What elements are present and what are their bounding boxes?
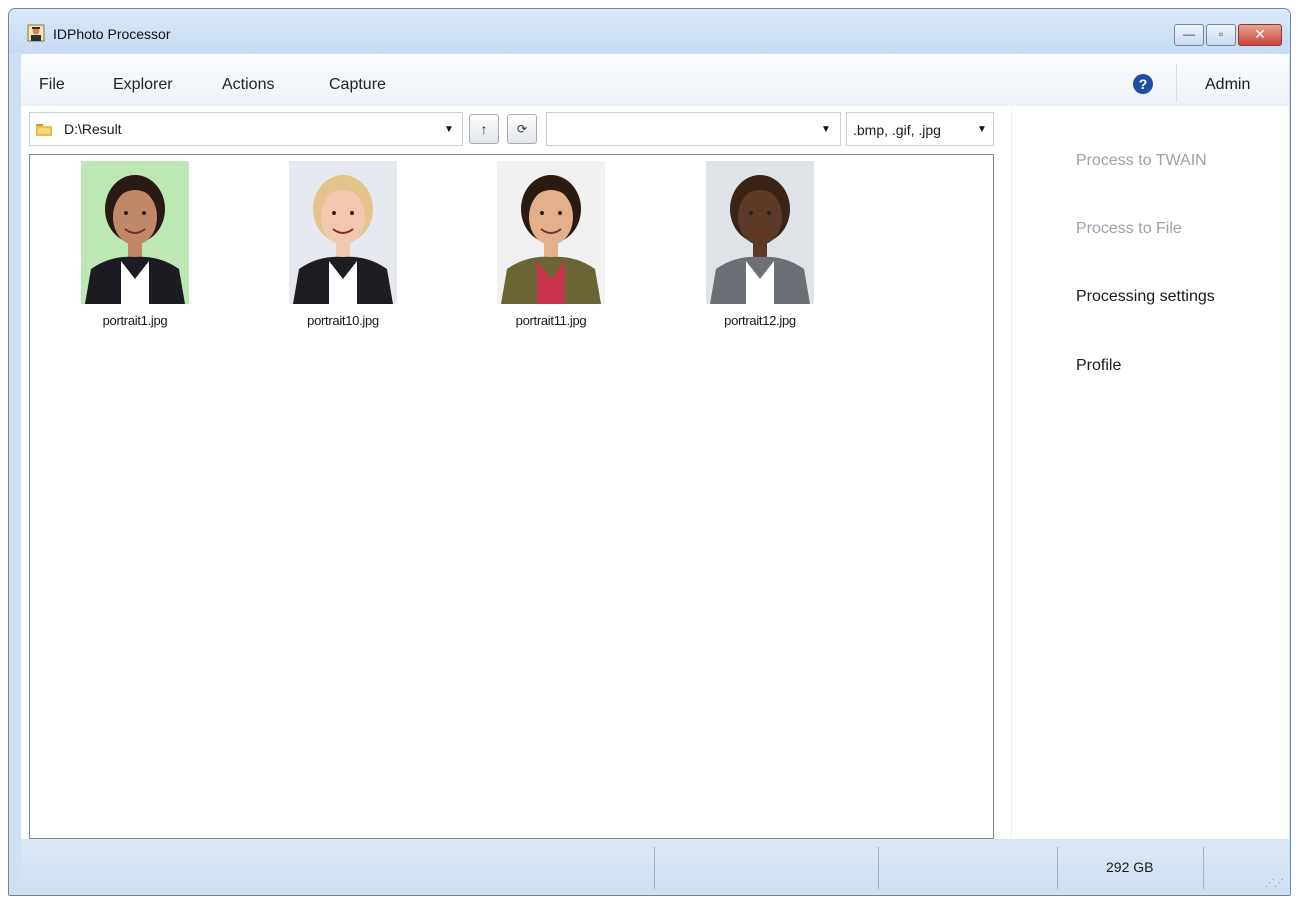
folder-icon [36,124,52,136]
window-title: IDPhoto Processor [53,26,171,42]
title-bar[interactable]: IDPhoto Processor — ▫ ✕ [9,9,1290,53]
path-combobox[interactable]: D:\Result ▼ [29,112,463,146]
resize-grip-icon[interactable]: ⋰⋰ [1265,878,1284,889]
minimize-button[interactable]: — [1174,24,1204,46]
chevron-down-icon[interactable]: ▼ [977,124,987,135]
file-filter-combobox[interactable]: .bmp, .gif, .jpg ▼ [846,112,994,146]
file-filter-value: .bmp, .gif, .jpg [853,122,941,138]
file-thumbnail-list[interactable]: portrait1.jpg portrait10.jpg portrait11.jp… [29,154,994,839]
status-divider [1203,847,1204,889]
chevron-down-icon[interactable]: ▼ [444,124,454,135]
processing-settings-link[interactable]: Processing settings [1076,288,1215,306]
main-area: D:\Result ▼ ↑ ⟳ ▼ .bmp, .gif, .jpg ▼ por… [21,106,1289,839]
portrait-image [497,161,605,304]
admin-menu[interactable]: Admin [1205,76,1250,94]
refresh-button[interactable]: ⟳ [507,114,537,144]
status-divider [878,847,879,889]
file-thumbnail[interactable]: portrait1.jpg [80,161,190,328]
passport-photo-icon [27,24,45,42]
maximize-button[interactable]: ▫ [1206,24,1236,46]
menu-bar: File Explorer Actions Capture ? Admin [21,54,1289,106]
menu-file[interactable]: File [39,76,65,94]
chevron-down-icon[interactable]: ▼ [821,124,831,135]
window-controls: — ▫ ✕ [1172,24,1282,46]
file-thumbnail[interactable]: portrait11.jpg [496,161,606,328]
maximize-icon: ▫ [1218,27,1224,41]
menu-divider [1176,64,1177,102]
up-folder-button[interactable]: ↑ [469,114,499,144]
file-name-label: portrait10.jpg [307,313,379,328]
arrow-up-icon: ↑ [480,121,488,137]
portrait-image [81,161,189,304]
close-button[interactable]: ✕ [1238,24,1282,46]
menu-actions[interactable]: Actions [222,76,274,94]
menu-explorer[interactable]: Explorer [113,76,173,94]
actions-panel: Process to TWAIN Process to File Process… [1011,106,1289,839]
portrait-image [289,161,397,304]
portrait-image [706,161,814,304]
minimize-icon: — [1183,27,1195,41]
profile-link[interactable]: Profile [1076,357,1121,375]
refresh-icon: ⟳ [516,122,528,136]
close-icon: ✕ [1254,26,1266,42]
menu-capture[interactable]: Capture [329,76,386,94]
file-name-label: portrait1.jpg [102,313,168,328]
file-name-label: portrait12.jpg [724,313,796,328]
disk-free-space: 292 GB [1106,859,1154,875]
status-divider [1057,847,1058,889]
process-to-file-link[interactable]: Process to File [1076,220,1182,238]
path-value: D:\Result [64,121,122,137]
app-window: IDPhoto Processor — ▫ ✕ File Explorer Ac… [8,8,1291,896]
search-combobox[interactable]: ▼ [546,112,841,146]
status-divider [654,847,655,889]
help-icon[interactable]: ? [1133,74,1153,94]
file-name-label: portrait11.jpg [515,313,587,328]
process-to-twain-link[interactable]: Process to TWAIN [1076,152,1207,170]
file-thumbnail[interactable]: portrait12.jpg [705,161,815,328]
status-bar: 292 GB ⋰⋰ [21,839,1289,895]
file-thumbnail[interactable]: portrait10.jpg [288,161,398,328]
